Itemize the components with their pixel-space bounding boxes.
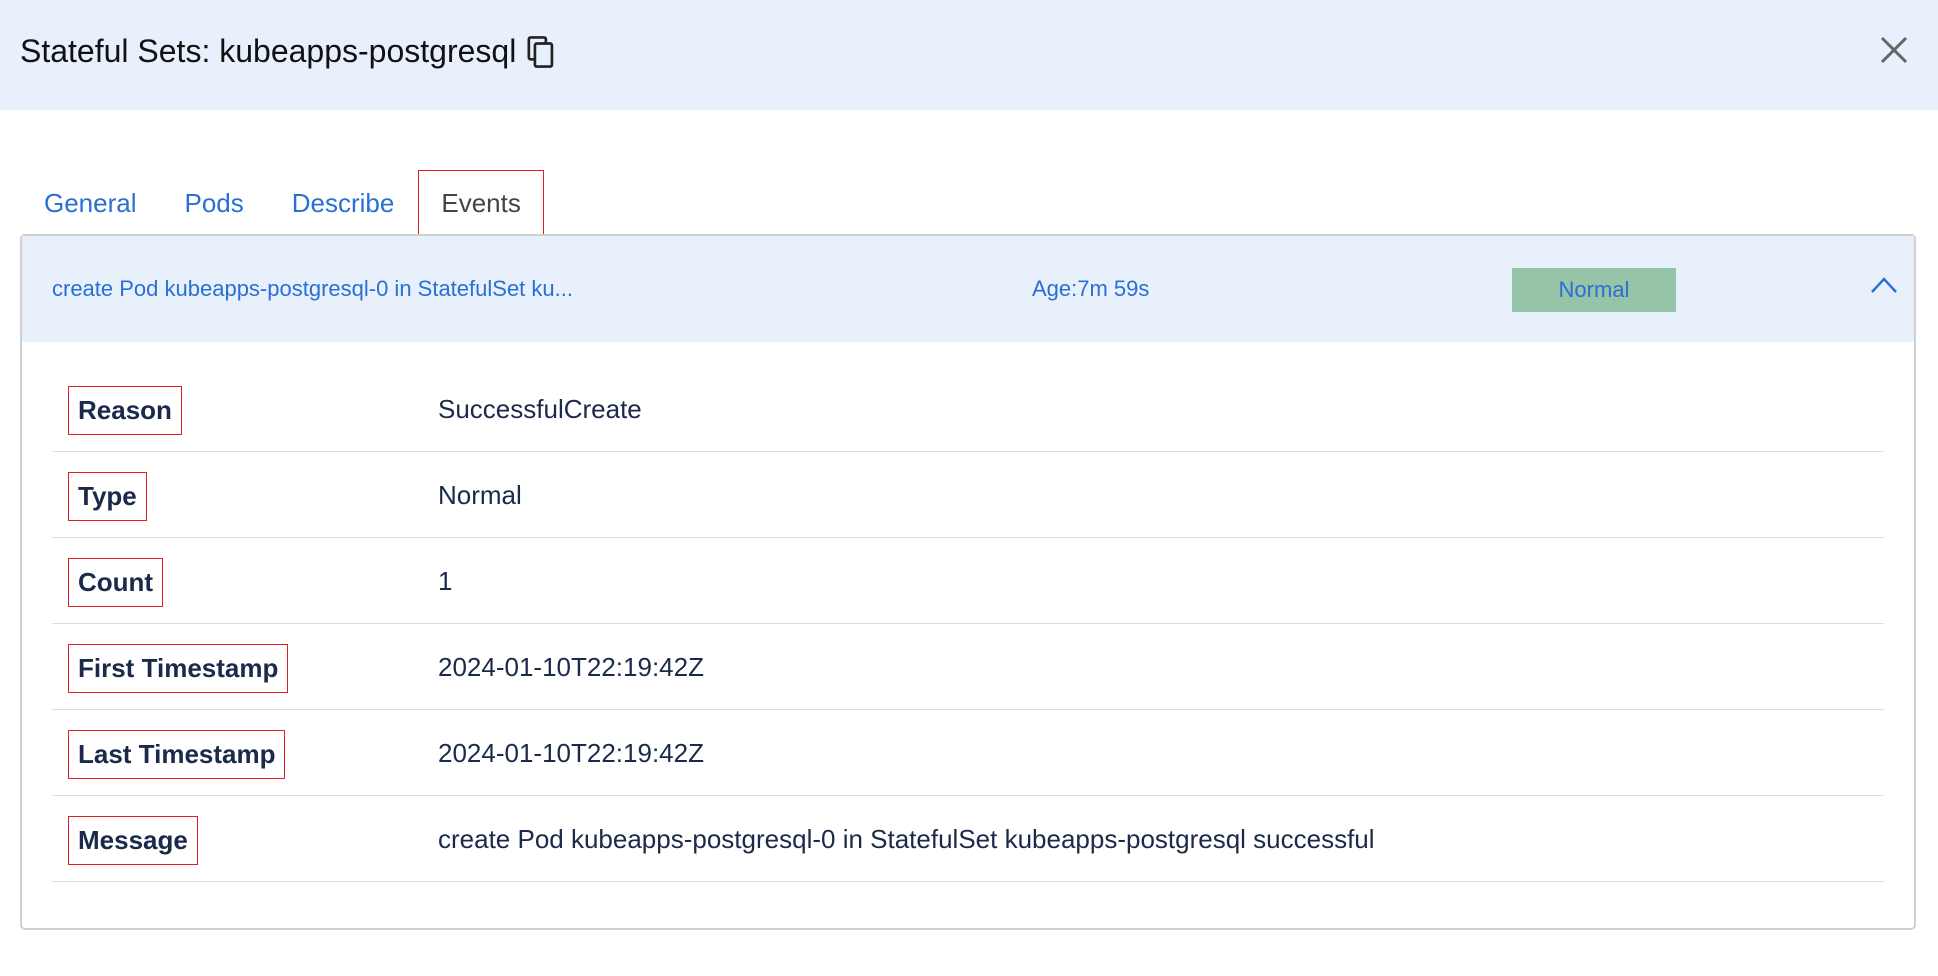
close-icon[interactable] [1876, 32, 1912, 68]
detail-value: Normal [438, 480, 522, 510]
detail-value: create Pod kubeapps-postgresql-0 in Stat… [438, 824, 1375, 854]
dialog-header: Stateful Sets: kubeapps-postgresql [0, 0, 1938, 110]
detail-value: 2024-01-10T22:19:42Z [438, 652, 704, 682]
tab-general[interactable]: General [20, 170, 161, 236]
detail-value: SuccessfulCreate [438, 394, 642, 424]
tab-pods[interactable]: Pods [161, 170, 268, 236]
detail-label: Count [68, 558, 164, 607]
copy-icon[interactable] [526, 35, 556, 69]
detail-row-reason: Reason SuccessfulCreate [52, 342, 1884, 452]
event-age: Age:7m 59s [1032, 276, 1150, 301]
tab-events[interactable]: Events [418, 170, 544, 236]
page-title: Stateful Sets: kubeapps-postgresql [20, 33, 517, 69]
event-summary-row[interactable]: create Pod kubeapps-postgresql-0 in Stat… [22, 236, 1914, 342]
detail-label: First Timestamp [68, 644, 289, 693]
detail-label: Message [68, 816, 198, 865]
detail-row-message: Message create Pod kubeapps-postgresql-0… [52, 796, 1884, 882]
event-summary-message: create Pod kubeapps-postgresql-0 in Stat… [52, 276, 573, 301]
events-panel: create Pod kubeapps-postgresql-0 in Stat… [20, 234, 1916, 930]
event-details: Reason SuccessfulCreate Type Normal Coun… [52, 342, 1884, 882]
detail-row-type: Type Normal [52, 452, 1884, 538]
detail-label: Type [68, 472, 147, 521]
detail-value: 2024-01-10T22:19:42Z [438, 738, 704, 768]
detail-row-first-timestamp: First Timestamp 2024-01-10T22:19:42Z [52, 624, 1884, 710]
header-title-group: Stateful Sets: kubeapps-postgresql [20, 33, 556, 70]
detail-label: Last Timestamp [68, 730, 286, 779]
detail-label: Reason [68, 386, 182, 435]
event-type-badge: Normal [1512, 268, 1676, 312]
tab-describe[interactable]: Describe [268, 170, 419, 236]
detail-value: 1 [438, 566, 453, 596]
tab-bar: General Pods Describe Events [20, 170, 544, 236]
detail-row-last-timestamp: Last Timestamp 2024-01-10T22:19:42Z [52, 710, 1884, 796]
detail-row-count: Count 1 [52, 538, 1884, 624]
chevron-up-icon[interactable] [1870, 276, 1898, 294]
